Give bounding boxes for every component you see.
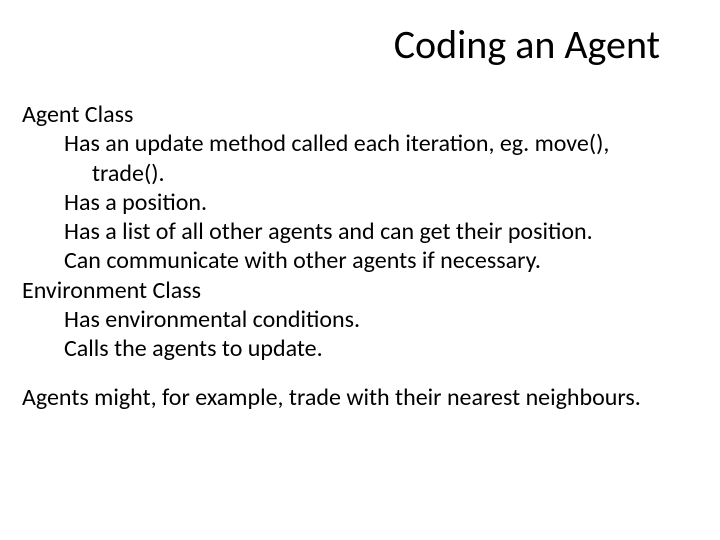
body-line: Has an update method called each iterati…: [64, 129, 698, 158]
body-line: Can communicate with other agents if nec…: [64, 246, 698, 275]
section-heading-agent-class: Agent Class: [22, 100, 698, 129]
section-heading-environment-class: Environment Class: [22, 276, 698, 305]
body-line: Has environmental conditions.: [64, 305, 698, 334]
body-line: Has a list of all other agents and can g…: [64, 217, 698, 246]
spacer: [22, 363, 698, 383]
slide: Coding an Agent Agent Class Has an updat…: [0, 0, 720, 540]
slide-body: Agent Class Has an update method called …: [22, 100, 698, 413]
slide-title: Coding an Agent: [394, 20, 660, 69]
body-line: Has a position.: [64, 188, 698, 217]
body-line: Calls the agents to update.: [64, 334, 698, 363]
body-line: trade().: [92, 159, 698, 188]
body-footnote: Agents might, for example, trade with th…: [22, 383, 698, 412]
